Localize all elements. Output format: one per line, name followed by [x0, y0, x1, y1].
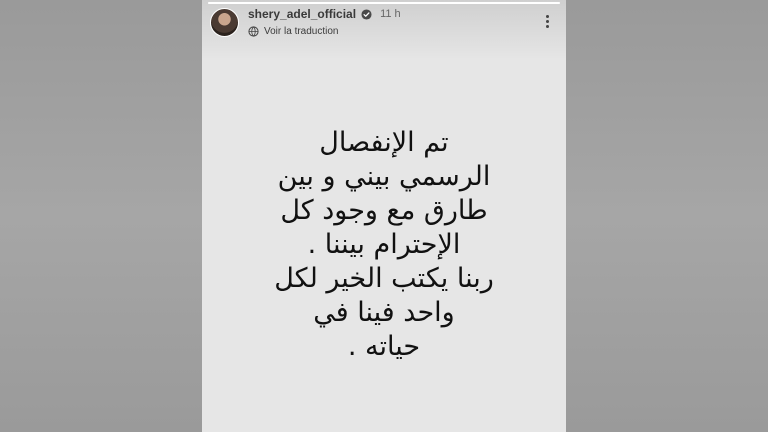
story-text-line: الإحترام بيننا .	[307, 229, 461, 260]
user-line: shery_adel_official 11 h	[248, 6, 401, 22]
more-options-button[interactable]	[538, 12, 556, 30]
see-translation-label: Voir la traduction	[264, 25, 339, 37]
story-text-line: حياته .	[347, 331, 421, 362]
see-translation-link[interactable]: Voir la traduction	[248, 23, 401, 39]
more-options-icon	[545, 14, 549, 18]
avatar[interactable]	[210, 8, 239, 37]
right-blurred-panel	[566, 0, 768, 432]
story-meta: shery_adel_official 11 h Voir la traduct…	[248, 6, 401, 39]
translate-icon	[248, 25, 259, 37]
story-timestamp: 11 h	[380, 8, 401, 20]
story-text-line: طارق مع وجود كل	[280, 195, 488, 226]
story-text-line: تم الإنفصال	[319, 127, 449, 158]
story-text-line: واحد فينا في	[313, 297, 455, 328]
story-header: shery_adel_official 11 h Voir la traduct…	[210, 6, 556, 40]
story-progress-bar	[208, 2, 560, 4]
verified-badge-icon	[361, 8, 372, 20]
username-link[interactable]: shery_adel_official	[248, 7, 356, 21]
story-card[interactable]: shery_adel_official 11 h Voir la traduct…	[202, 0, 566, 432]
story-progress-fill	[208, 2, 560, 4]
story-text-block: تم الإنفصال الرسمي بيني و بين طارق مع وج…	[222, 126, 546, 364]
left-blurred-panel	[0, 0, 202, 432]
story-text-line: الرسمي بيني و بين	[277, 161, 491, 192]
story-text-line: ربنا يكتب الخير لكل	[274, 263, 494, 294]
